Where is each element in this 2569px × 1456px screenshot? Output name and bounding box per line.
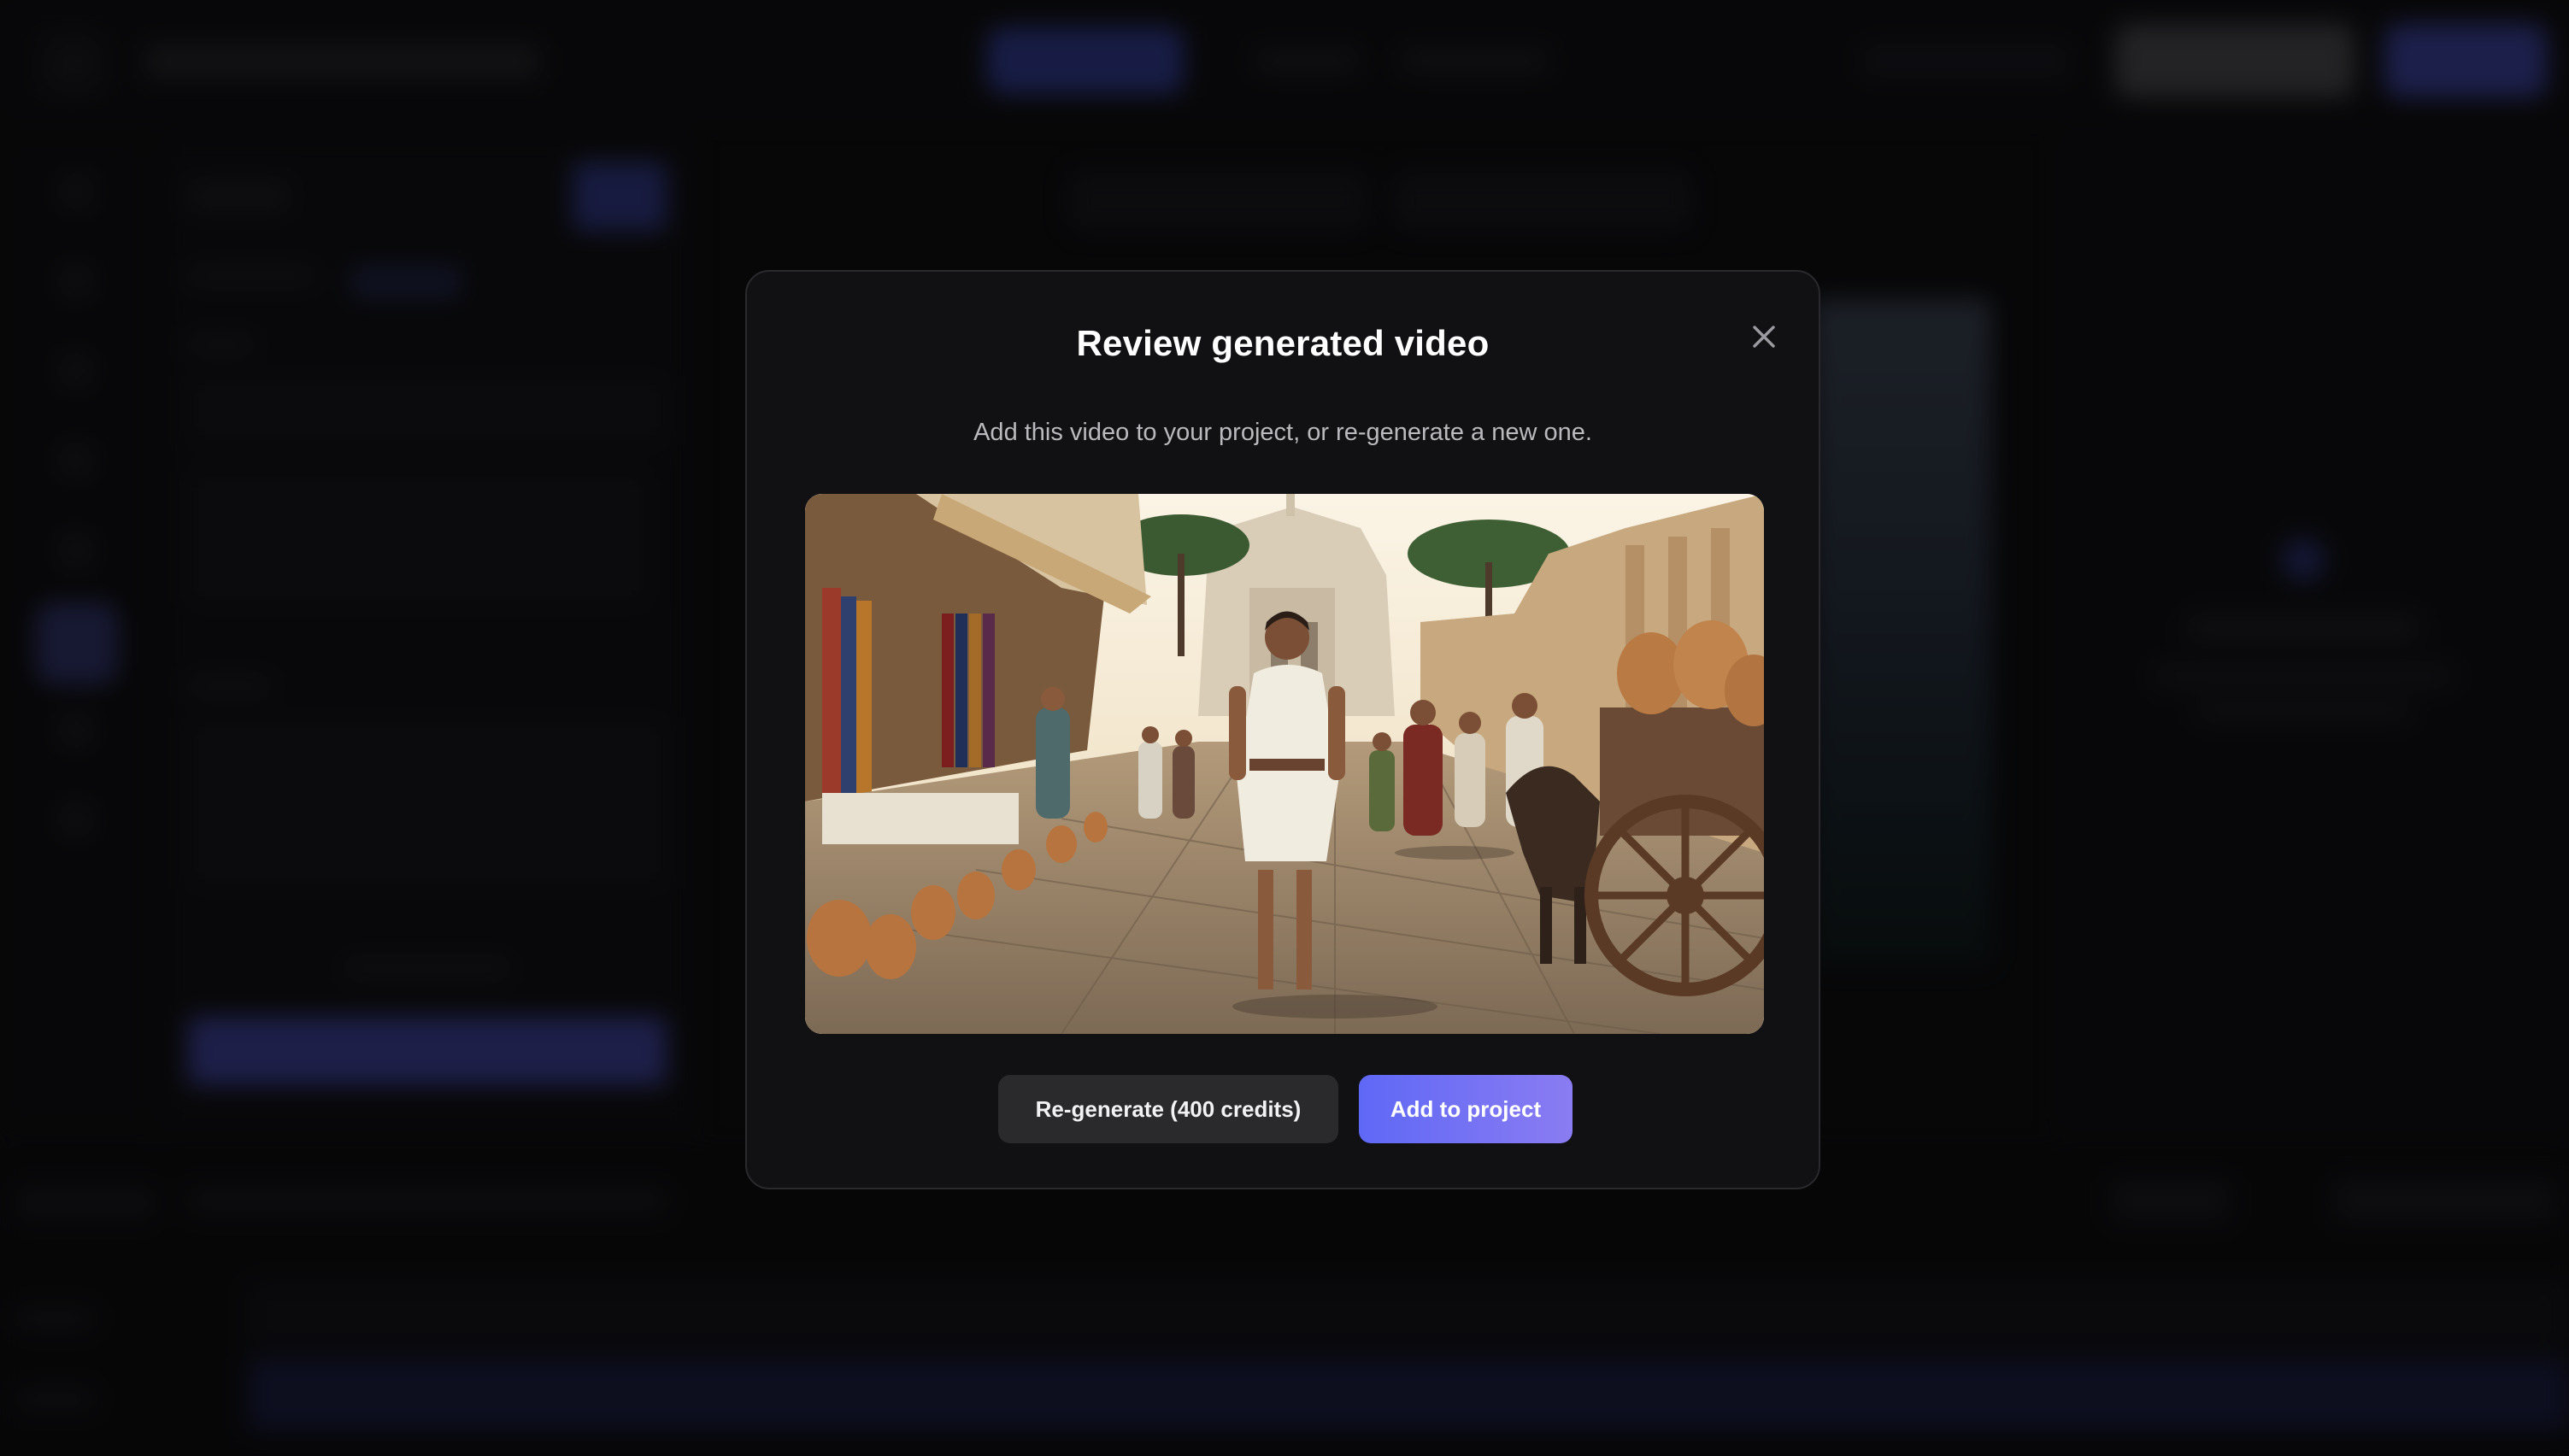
close-button[interactable] — [1740, 313, 1788, 361]
add-to-project-button[interactable]: Add to project — [1359, 1075, 1573, 1143]
video-preview[interactable] — [805, 494, 1764, 1034]
modal-subtitle: Add this video to your project, or re-ge… — [973, 419, 1592, 446]
modal-title: Review generated video — [1076, 323, 1490, 363]
regenerate-button[interactable]: Re-generate (400 credits) — [998, 1075, 1338, 1143]
close-icon — [1753, 326, 1775, 348]
review-video-modal: Review generated video Add this video to… — [745, 270, 1820, 1189]
street-market-scene — [805, 494, 1764, 1034]
